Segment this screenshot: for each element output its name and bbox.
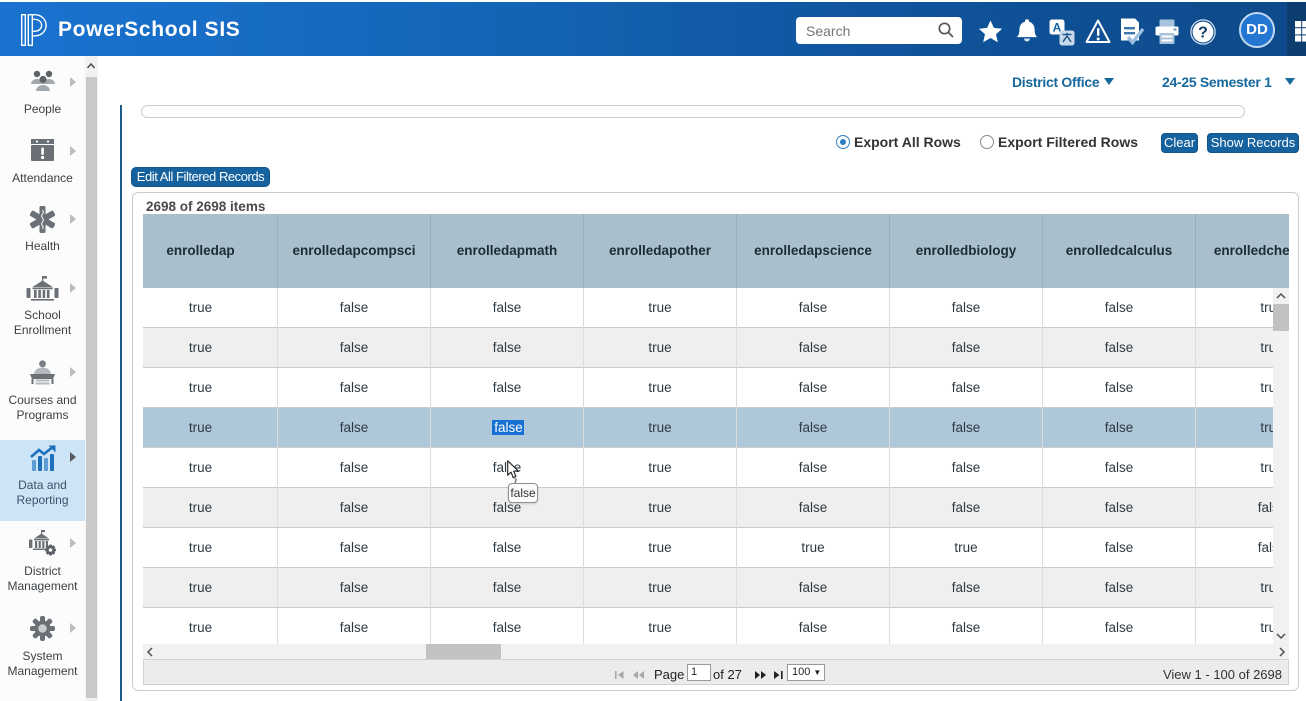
svg-text:?: ? (1198, 25, 1208, 42)
